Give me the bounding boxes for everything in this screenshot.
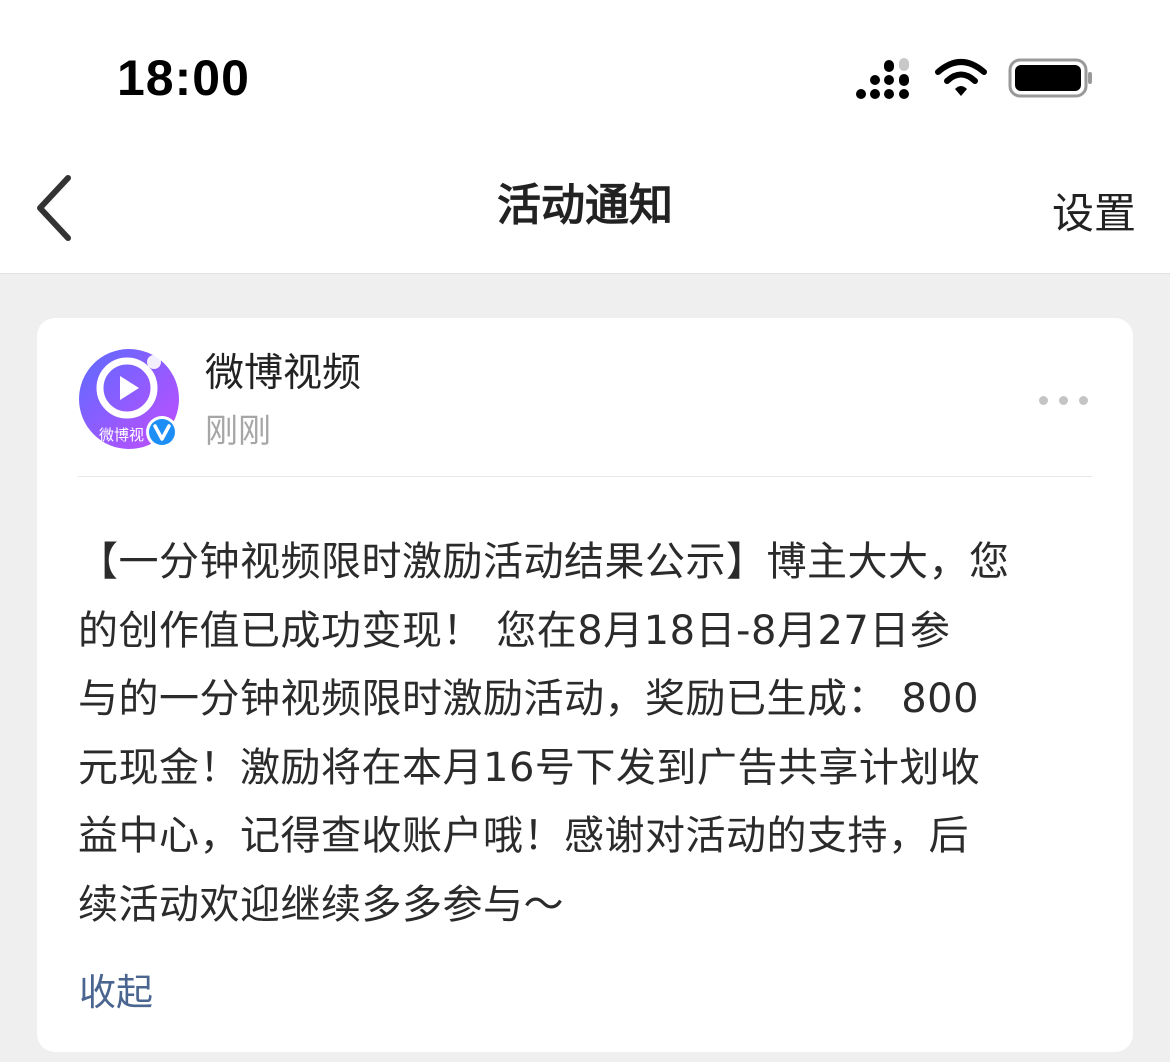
more-dot <box>1079 396 1088 405</box>
collapse-link[interactable]: 收起 <box>79 968 153 1018</box>
sender-name[interactable]: 微博视频 <box>205 350 361 398</box>
status-bar: 18:00 <box>0 0 1170 140</box>
more-dot <box>1059 396 1068 405</box>
settings-button[interactable]: 设置 <box>1052 186 1136 242</box>
message-body: 【一分钟视频限时激励活动结果公示】博主大大，您 的创作值已成功变现！ 您在8月1… <box>78 528 1098 939</box>
navigation-bar: 活动通知 设置 <box>0 140 1170 274</box>
message-line: 益中心，记得查收账户哦！感谢对活动的支持，后 <box>78 813 969 859</box>
avatar-label: 微博视 <box>99 426 144 444</box>
divider <box>78 476 1092 477</box>
avatar[interactable]: 微博视 <box>78 348 181 451</box>
verified-badge-icon <box>149 419 175 445</box>
message-line: 【一分钟视频限时激励活动结果公示】博主大大，您 <box>78 539 1010 585</box>
message-line: 的创作值已成功变现！ 您在8月18日-8月27日参 <box>78 607 951 654</box>
status-time: 18:00 <box>117 50 250 106</box>
more-button[interactable] <box>1039 390 1095 408</box>
page-title: 活动通知 <box>497 180 673 231</box>
wifi-icon <box>935 59 987 96</box>
message-card: 微博视 微博视频 刚刚 【一分钟视频限时激励活动结果公示】博主大大，您 的创作值… <box>37 318 1133 1052</box>
message-line: 元现金！激励将在本月16号下发到广告共享计划收 <box>78 744 981 791</box>
signal-icon <box>856 58 909 99</box>
message-timestamp: 刚刚 <box>205 411 271 450</box>
message-line: 续活动欢迎继续多多参与～ <box>78 881 564 928</box>
more-horizontal-icon <box>1039 396 1048 405</box>
battery-icon <box>1008 58 1092 98</box>
message-line: 与的一分钟视频限时激励活动，奖励已生成： 800 <box>78 676 980 722</box>
